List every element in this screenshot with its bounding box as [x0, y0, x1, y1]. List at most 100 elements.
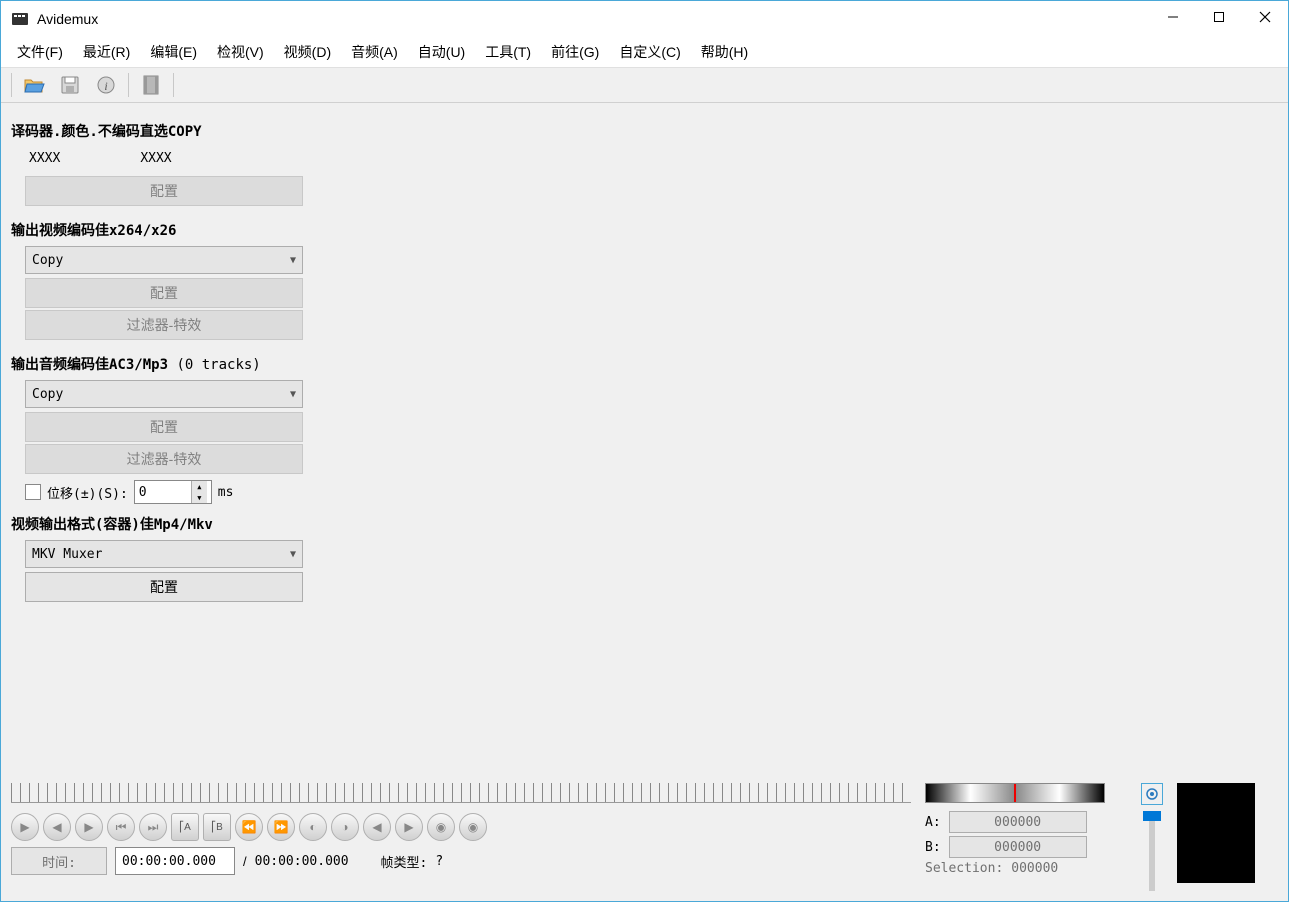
goto-end-button[interactable]: ⏩ — [267, 813, 295, 841]
audio-codec-value: Copy — [32, 387, 63, 402]
titlebar: Avidemux — [1, 1, 1288, 37]
muxer-configure-button[interactable]: 配置 — [25, 572, 303, 602]
info-button[interactable]: i — [89, 70, 123, 100]
main-content: 译码器.颜色.不编码直选COPY XXXX XXXX 配置 输出视频编码佳x26… — [1, 103, 1288, 901]
save-button[interactable] — [53, 70, 87, 100]
audio-configure-button[interactable]: 配置 — [25, 412, 303, 442]
audio-codec-combo[interactable]: Copy ▼ — [25, 380, 303, 408]
audio-section-title: 输出音频编码佳AC3/Mp3 (0 tracks) — [11, 354, 1288, 374]
bottom-panel: ▶ ◀ ▶ ⏮ ⏭ ⎡A ⎡B ⏪ ⏩ ◐ ◑ ◀ ▶ ◉ ◉ — [1, 775, 1288, 901]
shift-unit: ms — [218, 485, 234, 500]
chevron-down-icon: ▼ — [290, 549, 296, 560]
set-marker-b-button[interactable]: ⎡B — [203, 813, 231, 841]
time-total: 00:00:00.000 — [255, 854, 349, 869]
play-button[interactable]: ▶ — [11, 813, 39, 841]
marker-b-value: 000000 — [949, 836, 1087, 858]
video-filters-button[interactable]: 过滤器-特效 — [25, 310, 303, 340]
marker-a-value: 000000 — [949, 811, 1087, 833]
decoder-configure-button[interactable]: 配置 — [25, 176, 303, 206]
decoder-info-row: XXXX XXXX — [11, 147, 1288, 174]
loop-icon — [1145, 787, 1159, 801]
folder-open-icon — [23, 74, 45, 96]
video-configure-button[interactable]: 配置 — [25, 278, 303, 308]
window-controls — [1150, 1, 1288, 37]
prev-keyframe-button[interactable]: ⏮ — [107, 813, 135, 841]
frame-type-value: ? — [435, 854, 443, 869]
next-keyframe-button[interactable]: ⏭ — [139, 813, 167, 841]
menu-auto[interactable]: 自动(U) — [410, 39, 473, 65]
audio-section-prefix: 输出音频编码佳AC3/Mp3 — [11, 357, 176, 373]
next-cut-button[interactable]: ◑ — [331, 813, 359, 841]
shift-label: 位移(±)(S): — [47, 483, 128, 502]
goto-a-button[interactable]: ◀ — [363, 813, 391, 841]
format-section-title: 视频输出格式(容器)佳Mp4/Mkv — [11, 514, 1288, 534]
open-button[interactable] — [17, 70, 51, 100]
info-icon: i — [96, 75, 116, 95]
menu-recent[interactable]: 最近(R) — [75, 39, 138, 65]
audio-shift-row: 位移(±)(S): ▲ ▼ ms — [25, 480, 1288, 504]
decoder-section-title: 译码器.颜色.不编码直选COPY — [11, 121, 1288, 141]
calculator-button[interactable] — [134, 70, 168, 100]
muxer-value: MKV Muxer — [32, 547, 102, 562]
timeline-ruler[interactable] — [11, 783, 911, 803]
menu-view[interactable]: 检视(V) — [209, 39, 272, 65]
toolbar: i — [1, 67, 1288, 103]
set-marker-a-button[interactable]: ⎡A — [171, 813, 199, 841]
menubar: 文件(F) 最近(R) 编辑(E) 检视(V) 视频(D) 音频(A) 自动(U… — [1, 37, 1288, 67]
goto-b-button[interactable]: ▶ — [395, 813, 423, 841]
decoder-fourcc-1: XXXX — [29, 151, 60, 166]
chevron-down-icon: ▼ — [290, 389, 296, 400]
app-icon — [11, 10, 29, 28]
spin-down-icon[interactable]: ▼ — [192, 492, 207, 503]
video-codec-value: Copy — [32, 253, 63, 268]
app-title: Avidemux — [37, 11, 98, 27]
menu-video[interactable]: 视频(D) — [276, 39, 339, 65]
shift-spinner[interactable]: ▲ ▼ — [134, 480, 212, 504]
jog-wheel[interactable] — [925, 783, 1105, 803]
svg-text:i: i — [104, 79, 107, 93]
time-label: 时间: — [11, 847, 107, 875]
menu-audio[interactable]: 音频(A) — [343, 39, 406, 65]
audio-tracks-count: (0 tracks) — [176, 357, 260, 373]
volume-slider[interactable] — [1149, 811, 1155, 891]
preview-thumbnail — [1177, 783, 1255, 883]
spin-up-icon[interactable]: ▲ — [192, 481, 207, 492]
menu-edit[interactable]: 编辑(E) — [142, 39, 205, 65]
menu-custom[interactable]: 自定义(C) — [611, 39, 688, 65]
shift-value-input[interactable] — [135, 485, 191, 500]
marker-b-label: B: — [925, 840, 941, 855]
right-panel: A: 000000 B: 000000 Selection: 000000 — [925, 783, 1255, 891]
marker-a-label: A: — [925, 815, 941, 830]
floppy-icon — [60, 75, 80, 95]
maximize-button[interactable] — [1196, 1, 1242, 33]
app-window: Avidemux 文件(F) 最近(R) 编辑(E) 检视(V) 视频(D) 音… — [0, 0, 1289, 902]
shift-checkbox[interactable] — [25, 484, 41, 500]
menu-go[interactable]: 前往(G) — [543, 39, 607, 65]
timeline-column: ▶ ◀ ▶ ⏮ ⏭ ⎡A ⎡B ⏪ ⏩ ◐ ◑ ◀ ▶ ◉ ◉ — [11, 783, 911, 875]
time-separator: / — [243, 854, 247, 869]
loop-button[interactable] — [1141, 783, 1163, 805]
close-button[interactable] — [1242, 1, 1288, 33]
selection-label: Selection: — [925, 861, 1003, 876]
muxer-combo[interactable]: MKV Muxer ▼ — [25, 540, 303, 568]
menu-help[interactable]: 帮助(H) — [693, 39, 756, 65]
time-current-input[interactable]: 00:00:00.000 — [115, 847, 235, 875]
selection-value: 000000 — [1011, 861, 1058, 876]
chevron-down-icon: ▼ — [290, 255, 296, 266]
next-frame-button[interactable]: ▶ — [75, 813, 103, 841]
audio-filters-button[interactable]: 过滤器-特效 — [25, 444, 303, 474]
prev-cut-button[interactable]: ◐ — [299, 813, 327, 841]
frame-type-label: 帧类型: — [381, 852, 428, 871]
film-icon — [142, 75, 160, 95]
video-codec-combo[interactable]: Copy ▼ — [25, 246, 303, 274]
minimize-button[interactable] — [1150, 1, 1196, 33]
goto-start-button[interactable]: ⏪ — [235, 813, 263, 841]
menu-tools[interactable]: 工具(T) — [477, 39, 539, 65]
prev-frame-button[interactable]: ◀ — [43, 813, 71, 841]
time-row: 时间: 00:00:00.000 / 00:00:00.000 帧类型: ? — [11, 847, 911, 875]
menu-file[interactable]: 文件(F) — [9, 39, 71, 65]
video-section-title: 输出视频编码佳x264/x26 — [11, 220, 1288, 240]
next-black-button[interactable]: ◉ — [459, 813, 487, 841]
prev-black-button[interactable]: ◉ — [427, 813, 455, 841]
playback-buttons: ▶ ◀ ▶ ⏮ ⏭ ⎡A ⎡B ⏪ ⏩ ◐ ◑ ◀ ▶ ◉ ◉ — [11, 813, 911, 841]
